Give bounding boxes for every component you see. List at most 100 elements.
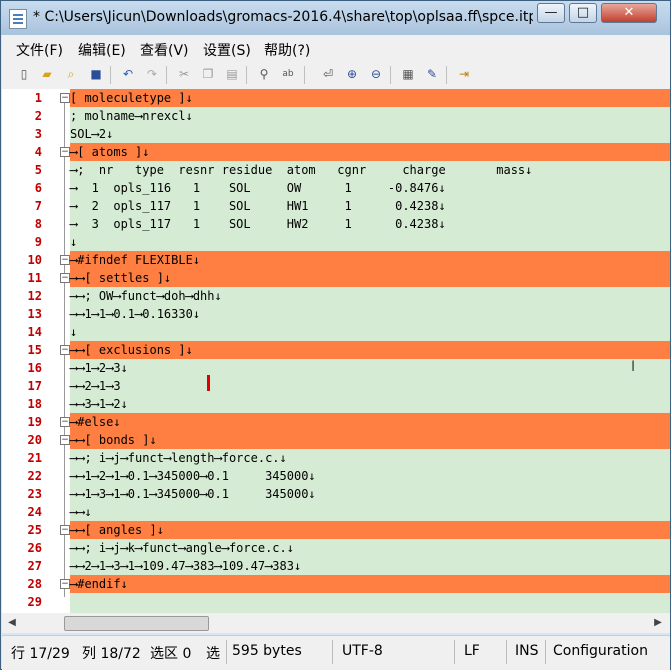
new-file-icon[interactable]: ▯ xyxy=(16,66,32,82)
line-number: 26 xyxy=(27,541,42,555)
horizontal-scrollbar[interactable]: ◀ ▶ xyxy=(2,613,670,633)
title-bar: * C:\Users\Jicun\Downloads\gromacs-2016.… xyxy=(1,1,670,35)
close-button[interactable]: ✕ xyxy=(601,3,657,23)
code-line[interactable]: ; molname⟶nrexcl↓ xyxy=(70,107,670,125)
zoom-in-icon[interactable]: ⊕ xyxy=(344,66,360,82)
code-line[interactable]: SOL⟶2↓ xyxy=(70,125,670,143)
status-selection: 选区 0 xyxy=(150,646,192,662)
menu-edit[interactable]: 编辑(E) xyxy=(78,40,126,60)
line-number: 28 xyxy=(27,577,42,591)
fold-toggle[interactable]: − xyxy=(60,255,70,265)
scroll-right-arrow[interactable]: ▶ xyxy=(650,615,666,631)
code-line[interactable]: ⟶⟶[ bonds ]↓ xyxy=(70,431,670,449)
pencil-icon[interactable]: ✎ xyxy=(424,66,440,82)
line-number: 8 xyxy=(34,217,42,231)
line-number: 9 xyxy=(34,235,42,249)
code-line[interactable]: ⟶#ifndef FLEXIBLE↓ xyxy=(70,251,670,269)
fold-toggle[interactable]: − xyxy=(60,147,70,157)
fold-toggle[interactable]: − xyxy=(60,345,70,355)
code-line[interactable]: ⟶ 1 opls_116 1 SOL OW 1 -0.8476↓ xyxy=(70,179,670,197)
code-line[interactable]: [ moleculetype ]↓ xyxy=(70,89,670,107)
code-line[interactable]: ⟶⟶[ settles ]↓ xyxy=(70,269,670,287)
toolbar-separator xyxy=(166,66,167,84)
text-cursor xyxy=(207,375,210,391)
word-wrap-icon[interactable]: ⏎ xyxy=(320,66,336,82)
code-line[interactable]: ⟶ 3 opls_117 1 SOL HW2 1 0.4238↓ xyxy=(70,215,670,233)
code-line[interactable]: ⟶⟶3⟶1⟶2↓ xyxy=(70,395,670,413)
copy-icon[interactable]: ❐ xyxy=(200,66,216,82)
code-line[interactable]: ⟶⟶[ exclusions ]↓ xyxy=(70,341,670,359)
open-file-icon[interactable]: ▰ xyxy=(39,66,55,82)
text-area[interactable]: [ moleculetype ]↓; molname⟶nrexcl↓ SOL⟶2↓… xyxy=(70,89,670,613)
fold-toggle[interactable]: − xyxy=(60,525,70,535)
toolbar-separator xyxy=(110,66,111,84)
code-line[interactable]: ⟶⟶1⟶3⟶1⟶0.1⟶345000⟶0.1 345000↓ xyxy=(70,485,670,503)
code-line[interactable]: ⟶⟶[ angles ]↓ xyxy=(70,521,670,539)
line-number: 1 xyxy=(34,91,42,105)
scroll-left-arrow[interactable]: ◀ xyxy=(4,615,20,631)
find-icon[interactable]: ⚲ xyxy=(256,66,272,82)
menu-bar: 文件(F) 编辑(E) 查看(V) 设置(S) 帮助(?) xyxy=(2,35,670,61)
replace-icon[interactable]: ab xyxy=(280,66,296,82)
fold-toggle[interactable]: − xyxy=(60,93,70,103)
code-line[interactable]: ⟶#else↓ xyxy=(70,413,670,431)
status-bar: 行 17/29 列 18/72 选区 0 选 595 bytes UTF-8 L… xyxy=(2,635,670,670)
code-line[interactable]: ⟶⟶; i⟶j⟶funct⟶length⟶force.c.↓ xyxy=(70,449,670,467)
exit-icon[interactable]: ⇥ xyxy=(456,66,472,82)
code-line[interactable]: ⟶ 2 opls_117 1 SOL HW1 1 0.4238↓ xyxy=(70,197,670,215)
scrollbar-thumb[interactable] xyxy=(64,616,209,631)
line-number-gutter: 1 2 3 4 5 6 7 8 9 10 11 12 13 14 15 16 17 18 19 20 21 22 23 24 2… xyxy=(2,89,58,613)
fold-toggle[interactable]: − xyxy=(60,435,70,445)
line-number: 24 xyxy=(27,505,42,519)
code-line[interactable]: ⟶⟶; OW⟶funct⟶doh⟶dhh↓ xyxy=(70,287,670,305)
status-insert-mode[interactable]: INS xyxy=(515,643,539,659)
menu-file[interactable]: 文件(F) xyxy=(16,40,63,60)
maximize-button[interactable]: □ xyxy=(569,3,597,23)
line-number: 22 xyxy=(27,469,42,483)
redo-icon[interactable]: ↷ xyxy=(144,66,160,82)
text-editor[interactable]: 1 2 3 4 5 6 7 8 9 10 11 12 13 14 15 16 17 18 19 20 21 22 23 24 2… xyxy=(2,89,670,613)
code-line[interactable]: ⟶⟶2⟶1⟶3⟶1⟶109.47⟶383⟶109.47⟶383↓ xyxy=(70,557,670,575)
paste-icon[interactable]: ▤ xyxy=(224,66,240,82)
code-line[interactable]: ⟶⟶↓ xyxy=(70,503,670,521)
line-number: 4 xyxy=(34,145,42,159)
status-encoding[interactable]: UTF-8 xyxy=(342,643,383,659)
minimize-button[interactable]: — xyxy=(537,3,565,23)
toolbar-separator xyxy=(446,66,447,84)
status-selection-extra: 选 xyxy=(206,646,220,662)
status-line: 行 17/29 xyxy=(11,646,70,662)
menu-view[interactable]: 查看(V) xyxy=(140,40,189,60)
code-line[interactable]: ⟶⟶1⟶2⟶3↓ xyxy=(70,359,670,377)
code-line[interactable]: ⟶⟶1⟶1⟶0.1⟶0.16330↓ xyxy=(70,305,670,323)
cut-icon[interactable]: ✂ xyxy=(176,66,192,82)
settings-icon[interactable]: ▦ xyxy=(400,66,416,82)
toolbar-separator xyxy=(304,66,305,84)
code-line[interactable]: ⟶; nr type resnr residue atom cgnr charg… xyxy=(70,161,670,179)
zoom-out-icon[interactable]: ⊖ xyxy=(368,66,384,82)
fold-toggle[interactable]: − xyxy=(60,417,70,427)
code-line[interactable]: ⟶⟶1⟶2⟶1⟶0.1⟶345000⟶0.1 345000↓ xyxy=(70,467,670,485)
code-line[interactable]: ⟶⟶2⟶1⟶3 xyxy=(70,377,670,395)
code-line[interactable]: ⟶⟶; i⟶j⟶k⟶funct⟶angle⟶force.c.↓ xyxy=(70,539,670,557)
code-line[interactable]: ⟶#endif↓ xyxy=(70,575,670,593)
notepad-window: * C:\Users\Jicun\Downloads\gromacs-2016.… xyxy=(0,0,671,670)
status-separator xyxy=(226,640,227,664)
code-line[interactable] xyxy=(70,593,670,611)
save-icon[interactable]: ■ xyxy=(88,66,104,82)
menu-help[interactable]: 帮助(?) xyxy=(264,40,310,60)
line-number: 27 xyxy=(27,559,42,573)
status-scheme[interactable]: Configuration xyxy=(553,643,648,659)
mouse-ibeam-icon: I xyxy=(631,359,636,375)
menu-settings[interactable]: 设置(S) xyxy=(203,40,251,60)
code-line[interactable]: ↓ xyxy=(70,233,670,251)
app-icon xyxy=(9,9,27,29)
code-line[interactable]: ↓ xyxy=(70,323,670,341)
fold-toggle[interactable]: − xyxy=(60,273,70,283)
status-eol[interactable]: LF xyxy=(464,643,480,659)
fold-toggle[interactable]: − xyxy=(60,579,70,589)
status-separator xyxy=(332,640,333,664)
undo-icon[interactable]: ↶ xyxy=(120,66,136,82)
code-line[interactable]: ⟶[ atoms ]↓ xyxy=(70,143,670,161)
find-file-icon[interactable]: ⌕ xyxy=(63,66,79,82)
status-separator xyxy=(454,640,455,664)
